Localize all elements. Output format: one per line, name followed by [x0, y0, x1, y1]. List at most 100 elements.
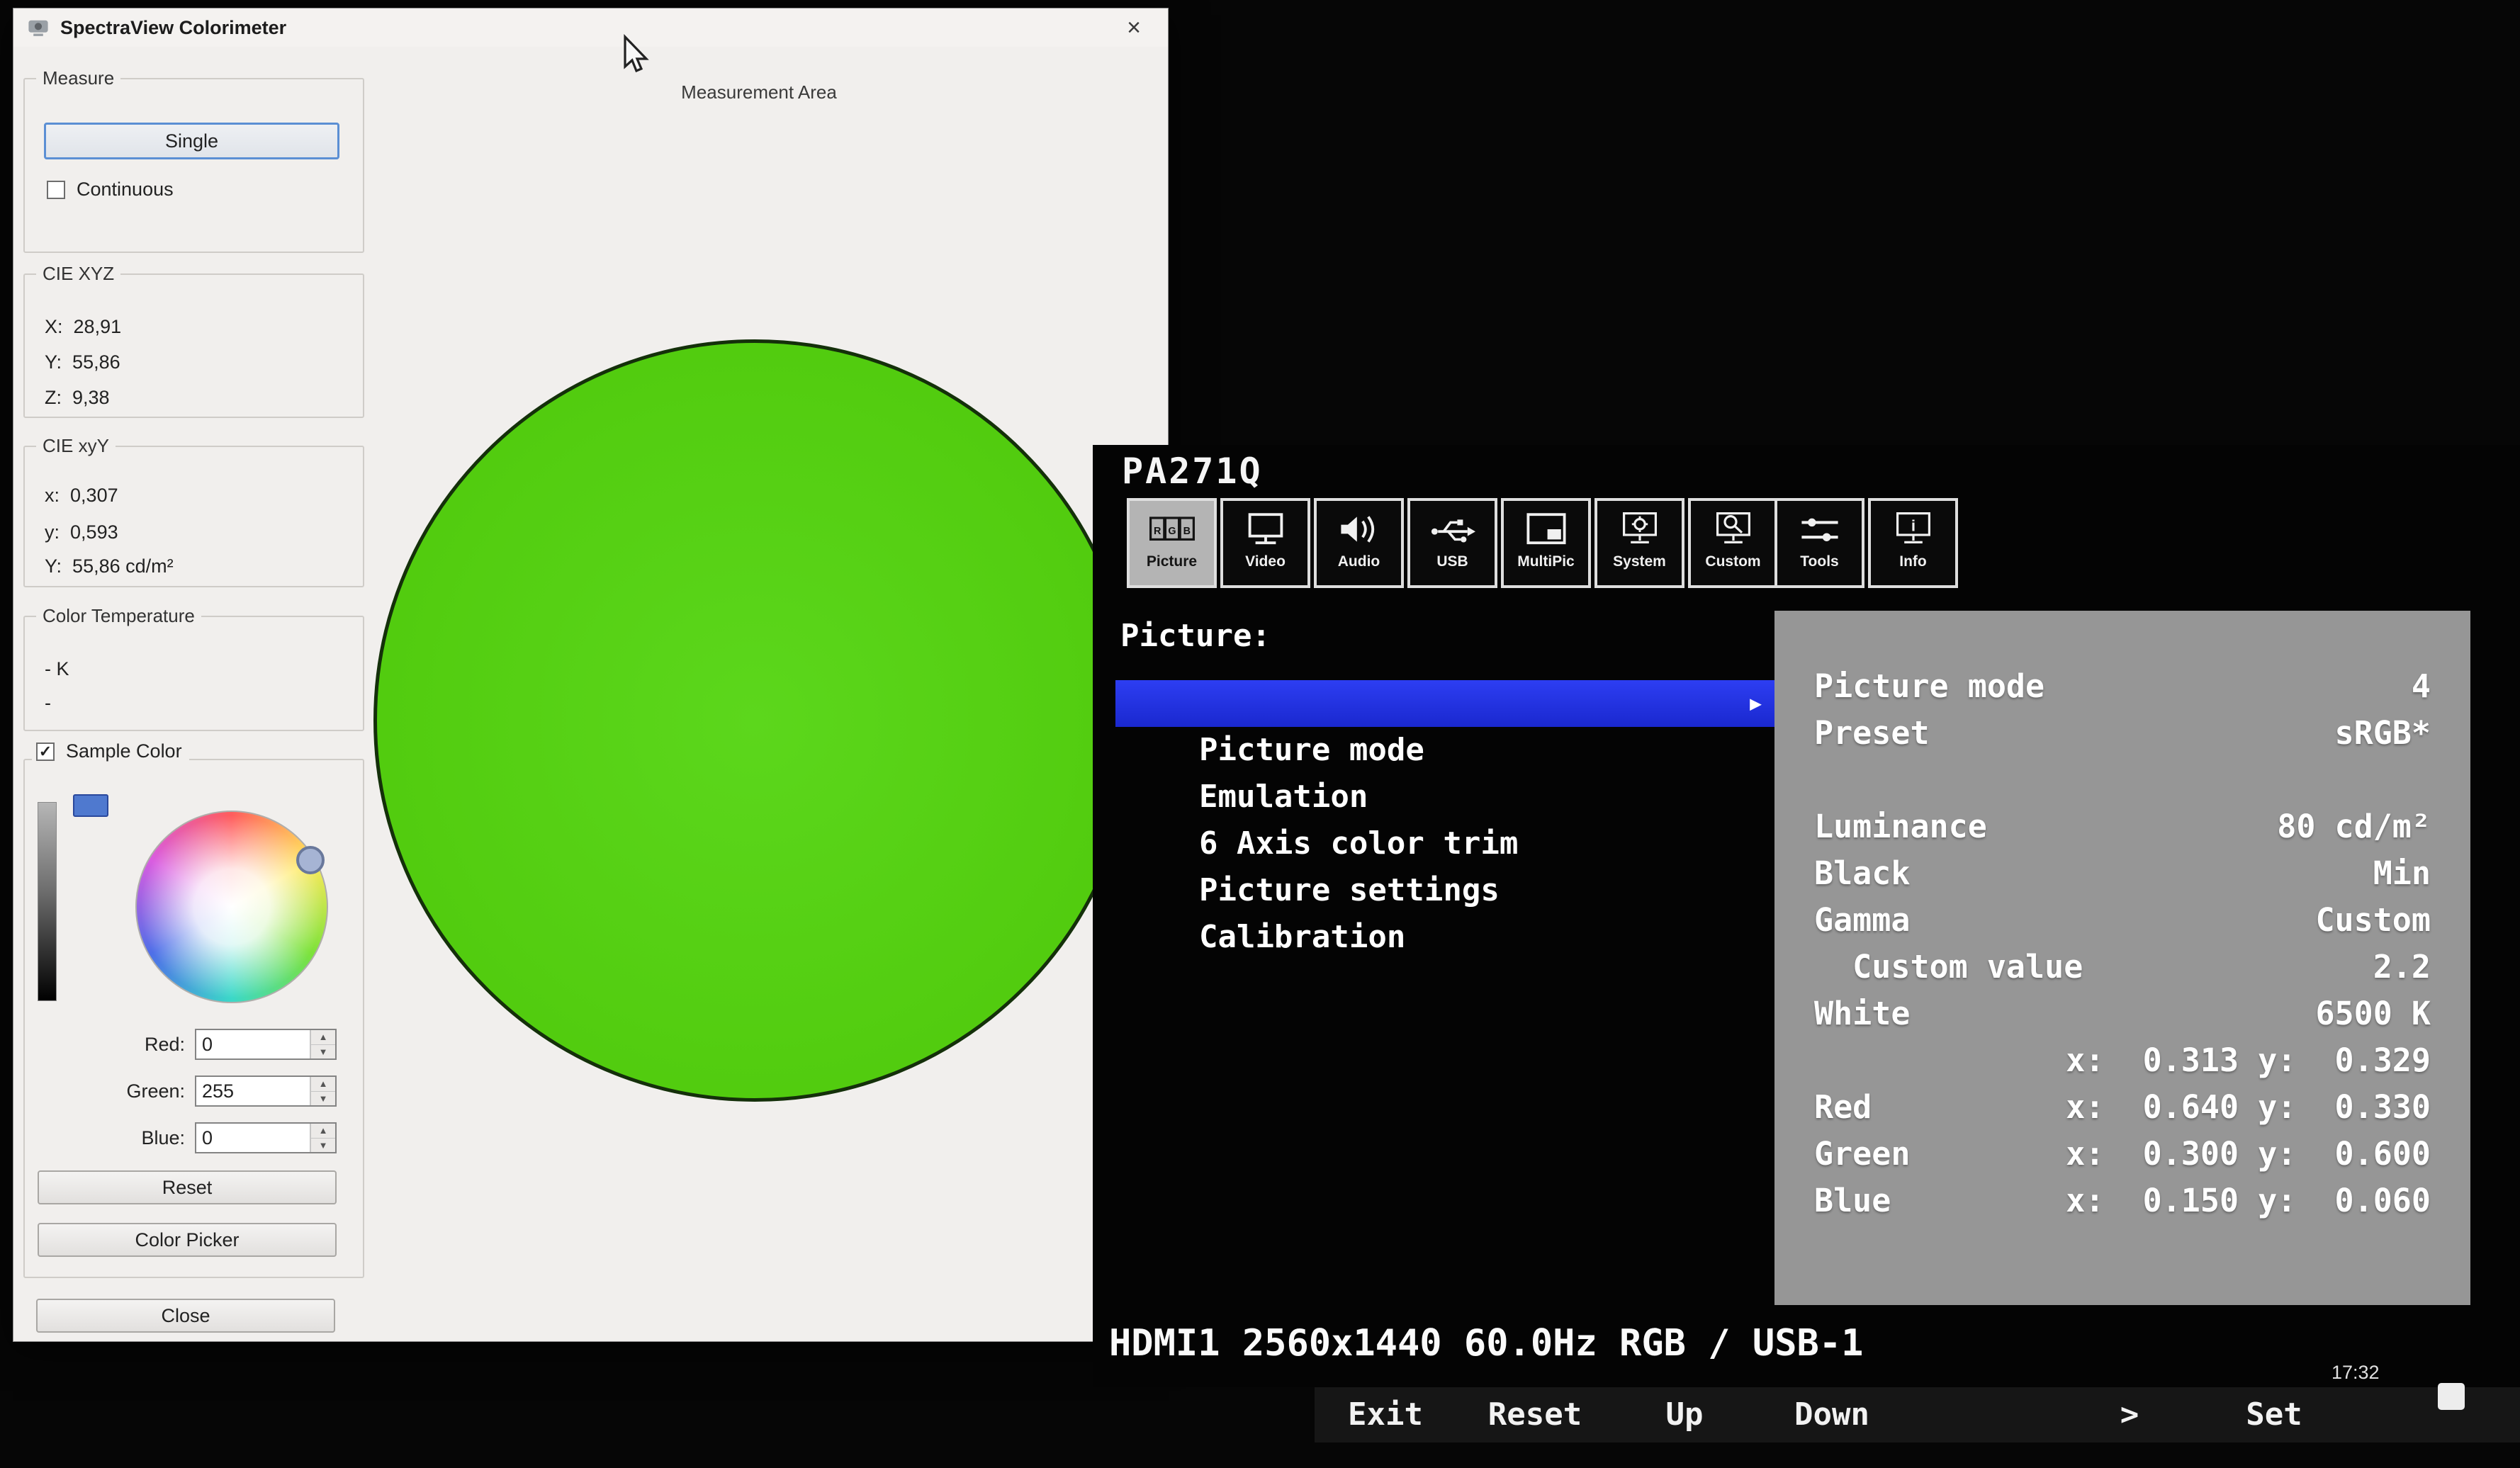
speaker-icon: [1332, 507, 1387, 552]
single-measure-button[interactable]: Single: [44, 123, 339, 159]
sample-color-checkbox-label: Sample Color: [63, 740, 185, 762]
luminance-slider-thumb[interactable]: [73, 794, 108, 817]
info-icon: i: [1886, 507, 1941, 552]
menu-item-emulation[interactable]: Emulation: [1115, 727, 1774, 774]
tab-label: Video: [1245, 553, 1286, 570]
osd-key-guide: Exit Reset Up Down > Set: [1315, 1387, 2520, 1442]
detail-row-preset: PresetsRGB*: [1774, 710, 2470, 757]
color-temp-delta: -: [45, 692, 51, 714]
color-wheel-selector-dot[interactable]: [296, 846, 325, 874]
continuous-checkbox[interactable]: Continuous: [47, 179, 176, 201]
app-icon: [26, 16, 50, 40]
detail-row-white-xy: x: 0.313 y: 0.329: [1774, 1037, 2470, 1084]
tab-video[interactable]: Video: [1220, 498, 1310, 588]
tab-picture[interactable]: R G B Picture: [1127, 498, 1217, 588]
osd-key-reset[interactable]: Reset: [1488, 1387, 1582, 1442]
cie-x-value: X: 28,91: [45, 316, 121, 338]
sample-color-checkbox-box[interactable]: ✓: [36, 743, 55, 761]
menu-item-6-axis-color-trim[interactable]: 6 Axis color trim: [1115, 774, 1774, 820]
color-temperature-group: Color Temperature - K -: [23, 616, 364, 731]
green-spin-up-icon[interactable]: ▲: [311, 1077, 335, 1092]
menu-item-picture-settings[interactable]: Picture settings: [1115, 820, 1774, 867]
detail-row-red-xy: Redx: 0.640 y: 0.330: [1774, 1084, 2470, 1131]
detail-row-blue-xy: Bluex: 0.150 y: 0.060: [1774, 1178, 2470, 1224]
submenu-arrow-icon: ▶: [1750, 680, 1762, 727]
reset-button[interactable]: Reset: [38, 1170, 337, 1204]
close-button[interactable]: Close: [36, 1299, 335, 1333]
green-label: Green:: [32, 1075, 185, 1107]
osd-key-up[interactable]: Up: [1666, 1387, 1704, 1442]
sample-color-checkbox[interactable]: ✓ Sample Color: [32, 740, 189, 762]
tab-label: Audio: [1338, 553, 1380, 570]
blue-spin-up-icon[interactable]: ▲: [311, 1124, 335, 1139]
green-input[interactable]: [196, 1077, 307, 1105]
red-input[interactable]: [196, 1030, 307, 1058]
tab-audio[interactable]: Audio: [1314, 498, 1404, 588]
detail-row-green-xy: Greenx: 0.300 y: 0.600: [1774, 1131, 2470, 1178]
osd-model-name: PA271Q: [1122, 451, 1263, 492]
detail-row-spacer: [1774, 757, 2470, 803]
tab-label: Picture: [1147, 553, 1197, 570]
tab-tools[interactable]: Tools: [1774, 498, 1864, 588]
osd-key-set[interactable]: Set: [2246, 1387, 2302, 1442]
blue-spin-down-icon[interactable]: ▼: [311, 1139, 335, 1153]
cie-xyy-y-value: y: 0,593: [45, 521, 118, 543]
blue-input[interactable]: [196, 1124, 307, 1152]
picture-rgb-icon: R G B: [1144, 507, 1200, 552]
tab-label: Custom: [1705, 553, 1760, 570]
blue-field[interactable]: ▲ ▼: [195, 1122, 337, 1153]
color-wheel[interactable]: [135, 811, 328, 1003]
osd-key-exit[interactable]: Exit: [1348, 1387, 1423, 1442]
osd-tab-strip: R G B Picture Video Audio: [1127, 498, 1778, 588]
system-gear-icon: [1612, 507, 1667, 552]
osd-key-down[interactable]: Down: [1794, 1387, 1869, 1442]
blue-label: Blue:: [32, 1122, 185, 1153]
red-spin-down-icon[interactable]: ▼: [311, 1045, 335, 1059]
osd-menu: Picture mode ▶ Emulation 6 Axis color tr…: [1115, 680, 1774, 914]
system-clock: 17:32: [2331, 1362, 2380, 1384]
cie-xyz-group-label: CIE XYZ: [36, 263, 120, 285]
svg-text:B: B: [1183, 526, 1190, 537]
measure-group-label: Measure: [36, 67, 120, 89]
menu-item-calibration[interactable]: Calibration: [1115, 867, 1774, 914]
red-spin-up-icon[interactable]: ▲: [311, 1030, 335, 1045]
menu-item-picture-mode[interactable]: Picture mode ▶: [1115, 680, 1774, 727]
osd-key-chevron-icon[interactable]: >: [2120, 1387, 2139, 1442]
monitor-icon: [1238, 507, 1293, 552]
window-close-icon[interactable]: ×: [1100, 9, 1168, 47]
custom-magnifier-icon: [1706, 507, 1761, 552]
cie-xyy-luminance-value: Y: 55,86 cd/m²: [45, 555, 174, 577]
tab-system[interactable]: System: [1594, 498, 1684, 588]
usb-icon: [1425, 507, 1480, 552]
detail-row-picture-mode: Picture mode4: [1774, 663, 2470, 710]
detail-row-white: White6500 K: [1774, 990, 2470, 1037]
tab-multipic[interactable]: MultiPic: [1501, 498, 1591, 588]
measure-group: Measure Single Continuous: [23, 78, 364, 253]
detail-row-gamma: GammaCustom: [1774, 897, 2470, 944]
tab-custom[interactable]: Custom: [1688, 498, 1778, 588]
cie-xyy-group: CIE xyY x: 0,307 y: 0,593 Y: 55,86 cd/m²: [23, 446, 364, 587]
tab-info[interactable]: i Info: [1868, 498, 1958, 588]
window-title: SpectraView Colorimeter: [60, 17, 286, 39]
cie-y-value: Y: 55,86: [45, 351, 120, 373]
window-titlebar[interactable]: SpectraView Colorimeter: [13, 9, 1168, 47]
menu-item-label: Calibration: [1199, 919, 1405, 955]
red-field[interactable]: ▲ ▼: [195, 1029, 337, 1060]
tab-usb[interactable]: USB: [1407, 498, 1497, 588]
cie-z-value: Z: 9,38: [45, 387, 110, 409]
colorimeter-window: SpectraView Colorimeter × Measure Single…: [13, 8, 1169, 1342]
luminance-gradient-slider[interactable]: [38, 802, 57, 1001]
sample-color-group: Red: ▲ ▼ Green: ▲ ▼ Blue: ▲ ▼ Reset Colo…: [23, 759, 364, 1278]
continuous-checkbox-label: Continuous: [74, 179, 176, 201]
green-spin-down-icon[interactable]: ▼: [311, 1092, 335, 1106]
tab-label: Info: [1899, 553, 1926, 570]
detail-row-custom-value: Custom value2.2: [1774, 944, 2470, 990]
tray-square-icon[interactable]: [2438, 1383, 2465, 1410]
color-picker-button[interactable]: Color Picker: [38, 1223, 337, 1257]
continuous-checkbox-box[interactable]: [47, 181, 65, 199]
color-temp-kelvin: - K: [45, 658, 69, 680]
detail-row-black: BlackMin: [1774, 850, 2470, 897]
cie-xyy-group-label: CIE xyY: [36, 435, 116, 457]
osd-detail-panel: Picture mode4 PresetsRGB* Luminance80 cd…: [1774, 611, 2470, 1305]
green-field[interactable]: ▲ ▼: [195, 1075, 337, 1107]
